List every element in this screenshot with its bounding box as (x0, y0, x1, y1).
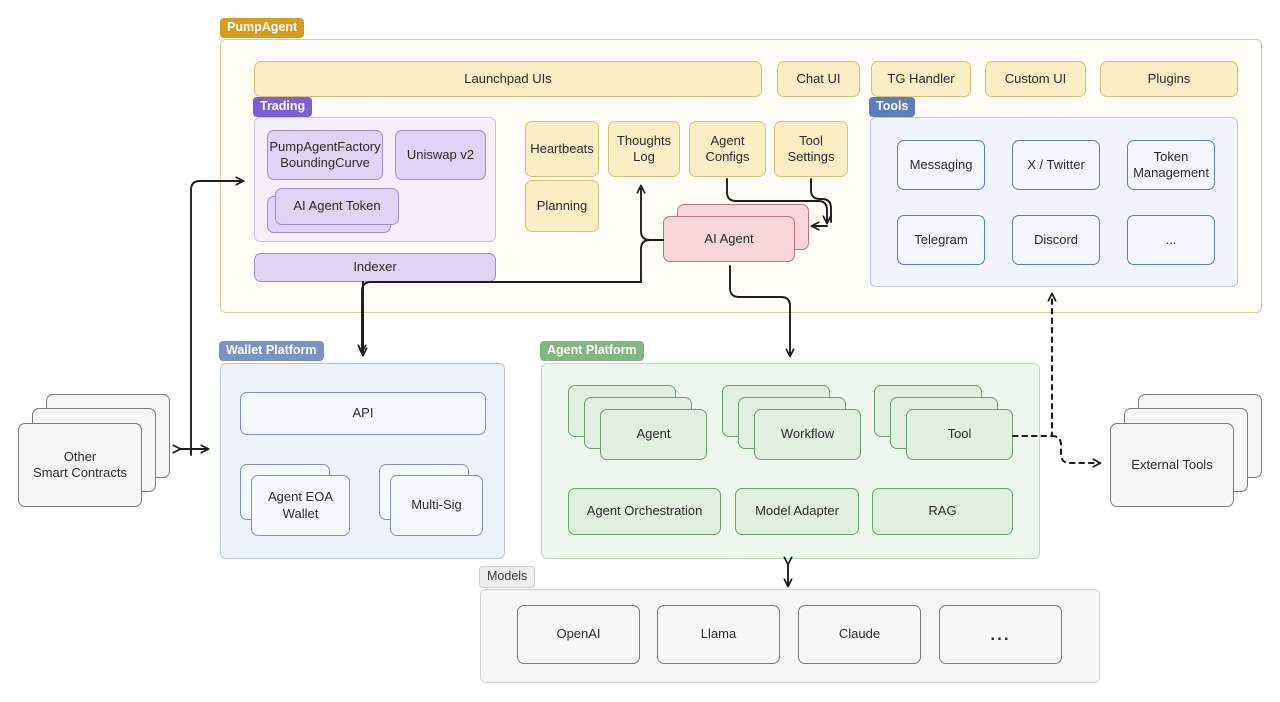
group-label-wallet-platform: Wallet Platform (219, 341, 324, 361)
node-planning[interactable]: Planning (525, 180, 599, 232)
node-label: Agent Configs (705, 132, 750, 164)
node-label: AI Agent (704, 230, 754, 246)
deck-workflow[interactable]: Workflow (722, 385, 861, 460)
node-ai-agent-token[interactable]: AI Agent Token (275, 188, 399, 225)
group-label-pumpagent: PumpAgent (220, 18, 305, 38)
node-launchpad-uis[interactable]: Launchpad UIs (254, 61, 762, 97)
node-tool[interactable]: Tool (906, 409, 1013, 460)
node-agent-configs[interactable]: Agent Configs (689, 121, 766, 177)
node-label: Heartbeats (530, 140, 594, 156)
node-label: Tool (947, 426, 972, 442)
diagram-canvas: PumpAgent Trading Tools Wallet Platform … (0, 0, 1280, 702)
node-label: Plugins (1147, 70, 1191, 86)
node-indexer[interactable]: Indexer (254, 253, 496, 282)
node-other-smart-contracts[interactable]: Other Smart Contracts (18, 423, 142, 507)
node-messaging[interactable]: Messaging (897, 140, 985, 190)
node-label: Other Smart Contracts (33, 448, 127, 480)
node-heartbeats[interactable]: Heartbeats (525, 121, 599, 177)
node-label: ... (990, 624, 1011, 644)
node-label: Custom UI (1004, 70, 1067, 86)
node-model-adapter[interactable]: Model Adapter (735, 488, 859, 535)
node-plugins[interactable]: Plugins (1100, 61, 1238, 97)
deck-external-tools[interactable]: External Tools (1110, 394, 1262, 507)
node-workflow[interactable]: Workflow (754, 409, 861, 460)
node-api[interactable]: API (240, 392, 486, 435)
node-label: Messaging (909, 156, 973, 172)
deck-agent-eoa-wallet[interactable]: Agent EOA Wallet (240, 464, 350, 536)
node-agent-orchestration[interactable]: Agent Orchestration (568, 488, 721, 535)
node-label: Workflow (780, 426, 835, 442)
node-label: External Tools (1131, 456, 1213, 472)
node-label: Model Adapter (755, 503, 839, 519)
node-openai[interactable]: OpenAI (517, 605, 640, 664)
node-label: RAG (928, 503, 957, 519)
node-llama[interactable]: Llama (657, 605, 780, 664)
node-agent[interactable]: Agent (600, 409, 707, 460)
node-label: Chat UI (796, 70, 841, 86)
node-label: AI Agent Token (293, 198, 381, 214)
group-label-trading: Trading (253, 97, 313, 117)
node-tg-handler[interactable]: TG Handler (871, 61, 971, 97)
node-label: Agent (636, 426, 671, 442)
group-label-agent-platform: Agent Platform (540, 341, 644, 361)
node-label: Uniswap v2 (406, 146, 475, 162)
node-discord[interactable]: Discord (1012, 215, 1100, 265)
node-label: Thoughts Log (616, 132, 672, 164)
group-label-tools: Tools (869, 97, 916, 117)
node-external-tools[interactable]: External Tools (1110, 423, 1234, 507)
node-label: TG Handler (887, 70, 955, 86)
node-label: Launchpad UIs (464, 70, 552, 86)
node-label: OpenAI (556, 626, 601, 642)
node-models-more[interactable]: ... (939, 605, 1062, 664)
arrow-tool-to-external-tools (1050, 434, 1100, 463)
node-label: Discord (1033, 231, 1079, 247)
deck-tool[interactable]: Tool (874, 385, 1013, 460)
node-chat-ui[interactable]: Chat UI (777, 61, 860, 97)
node-label: PumpAgentFactory BoundingCurve (269, 138, 381, 170)
node-claude[interactable]: Claude (798, 605, 921, 664)
node-label: Multi-Sig (411, 497, 462, 513)
node-label: Indexer (353, 259, 397, 275)
deck-other-smart-contracts[interactable]: Other Smart Contracts (18, 394, 170, 507)
node-label: ... (1165, 231, 1177, 247)
node-tool-settings[interactable]: Tool Settings (774, 121, 848, 177)
node-agent-eoa-wallet[interactable]: Agent EOA Wallet (251, 475, 350, 536)
node-label: API (352, 405, 374, 421)
node-thoughts-log[interactable]: Thoughts Log (608, 121, 680, 177)
node-label: Agent EOA Wallet (267, 489, 334, 521)
node-pumpagentfactory-boundingcurve[interactable]: PumpAgentFactory BoundingCurve (267, 130, 383, 180)
node-tools-more[interactable]: ... (1127, 215, 1215, 265)
node-ai-agent[interactable]: AI Agent (663, 216, 795, 262)
node-x-twitter[interactable]: X / Twitter (1012, 140, 1100, 190)
node-telegram[interactable]: Telegram (897, 215, 985, 265)
node-uniswap-v2[interactable]: Uniswap v2 (395, 130, 486, 180)
node-label: X / Twitter (1027, 156, 1085, 172)
group-label-models: Models (479, 566, 536, 588)
deck-agent[interactable]: Agent (568, 385, 707, 460)
node-custom-ui[interactable]: Custom UI (985, 61, 1086, 97)
node-label: Token Management (1133, 148, 1209, 180)
node-label: Telegram (914, 231, 968, 247)
node-label: Claude (838, 626, 881, 642)
node-label: Tool Settings (787, 132, 835, 164)
node-label: Agent Orchestration (586, 503, 703, 519)
node-label: Llama (700, 626, 737, 642)
node-multi-sig[interactable]: Multi-Sig (390, 475, 483, 536)
deck-multi-sig[interactable]: Multi-Sig (379, 464, 483, 536)
deck-ai-agent-token[interactable]: AI Agent Token (267, 188, 399, 233)
deck-ai-agent[interactable]: AI Agent (663, 204, 809, 262)
node-token-management[interactable]: Token Management (1127, 140, 1215, 190)
node-label: Planning (536, 197, 588, 213)
node-rag[interactable]: RAG (872, 488, 1013, 535)
